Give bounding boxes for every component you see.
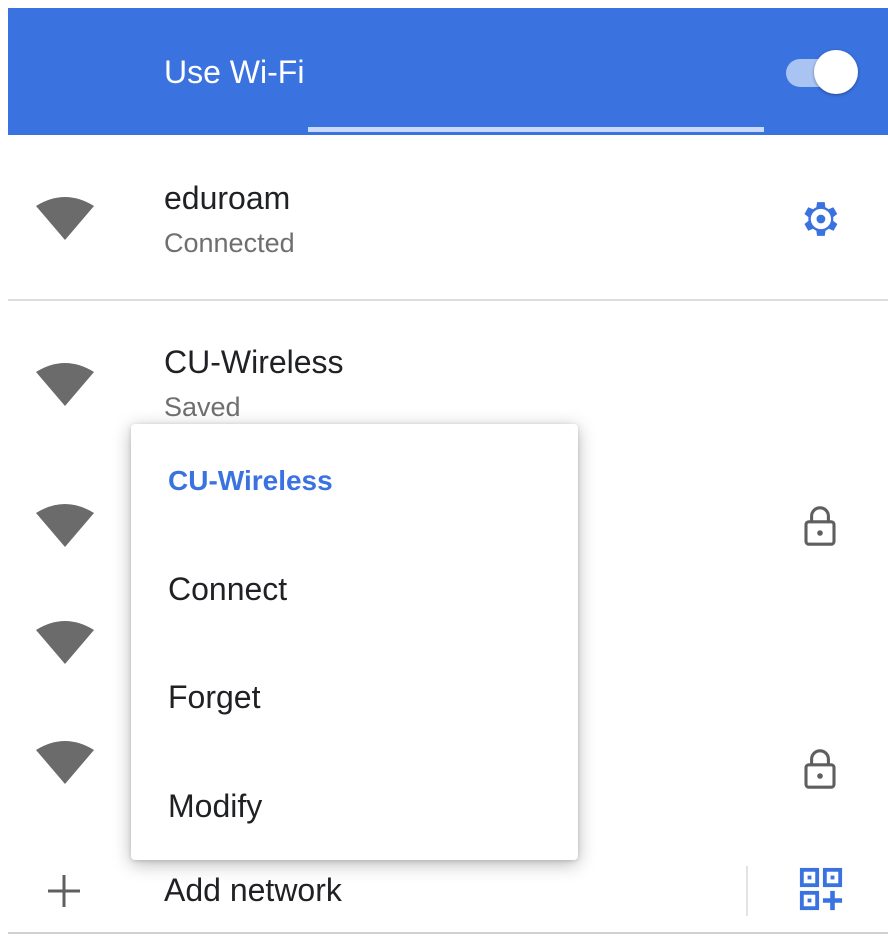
add-network-label: Add network bbox=[164, 872, 342, 908]
wifi-signal-icon bbox=[36, 741, 94, 784]
network-status: Saved bbox=[164, 392, 241, 422]
lock-icon bbox=[804, 749, 836, 789]
menu-item-modify[interactable]: Modify bbox=[168, 788, 262, 825]
wifi-header: Use Wi-Fi bbox=[8, 8, 888, 135]
qr-code-scan-icon[interactable] bbox=[798, 866, 844, 912]
section-divider bbox=[8, 299, 888, 301]
wifi-toggle-thumb[interactable] bbox=[814, 50, 858, 94]
network-name: eduroam bbox=[164, 180, 291, 216]
menu-title: CU-Wireless bbox=[168, 465, 333, 496]
network-context-menu: CU-Wireless Connect Forget Modify bbox=[131, 424, 578, 860]
network-status: Connected bbox=[164, 228, 295, 258]
scroll-indicator bbox=[308, 127, 764, 132]
wifi-signal-icon bbox=[36, 621, 94, 664]
menu-item-forget[interactable]: Forget bbox=[168, 679, 260, 716]
bottom-divider bbox=[8, 932, 888, 934]
use-wifi-label: Use Wi-Fi bbox=[164, 54, 305, 90]
gear-icon[interactable] bbox=[796, 196, 842, 242]
vertical-divider bbox=[746, 866, 748, 916]
plus-icon bbox=[48, 875, 80, 907]
wifi-signal-icon bbox=[36, 504, 94, 547]
wifi-signal-icon bbox=[36, 197, 94, 240]
menu-item-connect[interactable]: Connect bbox=[168, 571, 287, 608]
lock-icon bbox=[804, 506, 836, 546]
network-name: CU-Wireless bbox=[164, 344, 344, 380]
wifi-signal-icon bbox=[36, 363, 94, 406]
